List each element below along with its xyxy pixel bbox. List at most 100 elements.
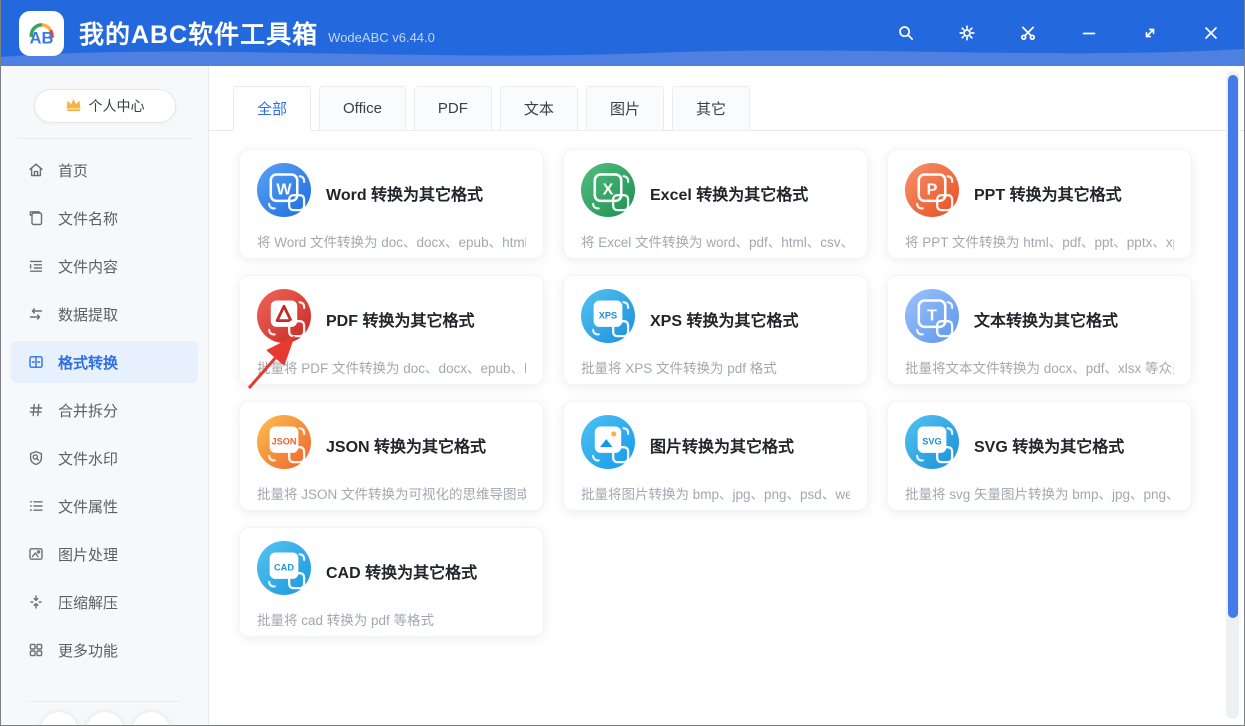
json-convert-icon: JSON — [257, 415, 311, 474]
svg-text:XPS: XPS — [599, 310, 617, 320]
card-title: XPS 转换为其它格式 — [650, 307, 798, 331]
scissors-icon[interactable] — [1018, 23, 1038, 43]
app-version: WodeABC v6.44.0 — [328, 30, 435, 45]
card-svg-convert[interactable]: SVGSVG 转换为其它格式批量将 svg 矢量图片转换为 bmp、jpg、pn… — [887, 401, 1192, 511]
tab-office[interactable]: Office — [319, 86, 406, 131]
card-xps-convert[interactable]: XPS XPS 转换为其它格式批量将 XPS 文件转换为 pdf 格式 — [563, 275, 868, 385]
sidebar-item-file-props[interactable]: 文件属性 — [11, 485, 198, 527]
svg-text:JSON: JSON — [271, 436, 296, 446]
profile-center-label: 个人中心 — [89, 96, 145, 116]
hidden-circle-button-1[interactable] — [40, 712, 78, 726]
card-title: PDF 转换为其它格式 — [326, 307, 474, 331]
svg-convert-icon: SVG — [905, 415, 959, 474]
sidebar-item-image-process[interactable]: 图片处理 — [11, 533, 198, 575]
vertical-scrollbar-thumb[interactable] — [1228, 75, 1238, 618]
card-json-convert[interactable]: JSON JSON 转换为其它格式批量将 JSON 文件转换为可视化的思维导图或 — [239, 401, 544, 511]
card-description: 批量将 cad 转换为 pdf 等格式 — [257, 609, 526, 629]
svg-text:X: X — [603, 181, 614, 199]
sidebar: 个人中心 首页文件名称文件内容数据提取格式转换合并拆分文件水印文件属性图片处理压… — [1, 66, 209, 726]
app-window: AB 我的ABC软件工具箱 WodeABC v6.44.0 个人中心 首页文件名… — [0, 0, 1245, 726]
vertical-scrollbar-track[interactable] — [1226, 71, 1239, 719]
card-title: Excel 转换为其它格式 — [650, 181, 808, 205]
close-icon[interactable] — [1201, 23, 1221, 43]
card-title: CAD 转换为其它格式 — [326, 559, 477, 583]
xps-convert-icon: XPS — [581, 289, 635, 348]
category-tabbar: 全部OfficePDF文本图片其它 — [209, 86, 1244, 131]
minimize-icon[interactable] — [1079, 23, 1099, 43]
card-word-convert[interactable]: WWord 转换为其它格式将 Word 文件转换为 doc、docx、epub、… — [239, 149, 544, 259]
profile-center-button[interactable]: 个人中心 — [34, 89, 176, 123]
card-ppt-convert[interactable]: PPPT 转换为其它格式将 PPT 文件转换为 html、pdf、ppt、ppt… — [887, 149, 1192, 259]
sidebar-item-label: 文件内容 — [58, 256, 118, 277]
tab-image[interactable]: 图片 — [586, 86, 664, 131]
resize-icon[interactable] — [1140, 23, 1160, 43]
tab-pdf[interactable]: PDF — [414, 86, 492, 131]
sidebar-item-label: 图片处理 — [58, 544, 118, 565]
compress-icon — [27, 593, 45, 611]
image-process-icon — [27, 545, 45, 563]
sidebar-item-more[interactable]: 更多功能 — [11, 629, 198, 671]
sidebar-item-label: 文件名称 — [58, 208, 118, 229]
format-convert-icon — [27, 353, 45, 371]
sidebar-item-file-name[interactable]: 文件名称 — [11, 197, 198, 239]
sidebar-item-data-extract[interactable]: 数据提取 — [11, 293, 198, 335]
card-pdf-convert[interactable]: PDF 转换为其它格式批量将 PDF 文件转换为 doc、docx、epub、h… — [239, 275, 544, 385]
card-description: 批量将 PDF 文件转换为 doc、docx、epub、ht — [257, 357, 526, 377]
card-description: 将 Excel 文件转换为 word、pdf、html、csv、t — [581, 231, 850, 251]
tab-all[interactable]: 全部 — [233, 86, 311, 131]
sidebar-item-label: 文件属性 — [58, 496, 118, 517]
card-title: 图片转换为其它格式 — [650, 433, 794, 457]
app-title: 我的ABC软件工具箱 — [79, 15, 318, 51]
svg-text:SVG: SVG — [922, 436, 941, 446]
card-cad-convert[interactable]: CAD CAD 转换为其它格式批量将 cad 转换为 pdf 等格式 — [239, 527, 544, 637]
card-description: 批量将 XPS 文件转换为 pdf 格式 — [581, 357, 850, 377]
sidebar-item-merge-split[interactable]: 合并拆分 — [11, 389, 198, 431]
sidebar-item-label: 数据提取 — [58, 304, 118, 325]
merge-split-icon — [27, 401, 45, 419]
sidebar-item-watermark[interactable]: 文件水印 — [11, 437, 198, 479]
sidebar-item-label: 文件水印 — [58, 448, 118, 469]
cad-convert-icon: CAD — [257, 541, 311, 600]
card-title: Word 转换为其它格式 — [326, 181, 483, 205]
card-text-convert[interactable]: T 文本转换为其它格式批量将文本文件转换为 docx、pdf、xlsx 等众多 — [887, 275, 1192, 385]
title-bar: AB 我的ABC软件工具箱 WodeABC v6.44.0 — [1, 0, 1244, 66]
main-content: 全部OfficePDF文本图片其它 WWord 转换为其它格式将 Word 文件… — [209, 66, 1244, 726]
card-title: JSON 转换为其它格式 — [326, 433, 486, 457]
svg-text:CAD: CAD — [274, 562, 294, 572]
crown-icon — [65, 97, 82, 115]
card-description: 将 PPT 文件转换为 html、pdf、ppt、pptx、xp — [905, 231, 1174, 251]
tab-other[interactable]: 其它 — [672, 86, 750, 131]
sidebar-item-compress[interactable]: 压缩解压 — [11, 581, 198, 623]
card-image-convert[interactable]: 图片转换为其它格式批量将图片转换为 bmp、jpg、png、psd、we — [563, 401, 868, 511]
sidebar-item-format-convert[interactable]: 格式转换 — [11, 341, 198, 383]
card-excel-convert[interactable]: X Excel 转换为其它格式将 Excel 文件转换为 word、pdf、htm… — [563, 149, 868, 259]
sidebar-item-label: 更多功能 — [58, 640, 118, 661]
sidebar-item-label: 压缩解压 — [58, 592, 118, 613]
card-description: 批量将图片转换为 bmp、jpg、png、psd、we — [581, 483, 850, 503]
image-convert-icon — [581, 415, 635, 474]
sidebar-item-label: 格式转换 — [58, 352, 118, 373]
tab-text[interactable]: 文本 — [500, 86, 578, 131]
logo-letters: AB — [30, 29, 54, 47]
sidebar-item-file-content[interactable]: 文件内容 — [11, 245, 198, 287]
pdf-convert-icon — [257, 289, 311, 348]
card-description: 批量将文本文件转换为 docx、pdf、xlsx 等众多 — [905, 357, 1174, 377]
card-description: 批量将 svg 矢量图片转换为 bmp、jpg、png、 — [905, 483, 1174, 503]
hidden-circle-button-3[interactable] — [132, 712, 170, 726]
sidebar-item-label: 首页 — [58, 160, 88, 181]
settings-gear-icon[interactable] — [957, 23, 977, 43]
file-content-icon — [27, 257, 45, 275]
sidebar-item-home[interactable]: 首页 — [11, 149, 198, 191]
sidebar-item-label: 合并拆分 — [58, 400, 118, 421]
search-icon[interactable] — [896, 23, 916, 43]
data-extract-icon — [27, 305, 45, 323]
word-convert-icon: W — [257, 163, 311, 222]
sidebar-divider — [17, 138, 192, 139]
sidebar-menu: 首页文件名称文件内容数据提取格式转换合并拆分文件水印文件属性图片处理压缩解压更多… — [1, 149, 208, 671]
card-title: PPT 转换为其它格式 — [974, 181, 1122, 205]
hidden-circle-button-2[interactable] — [86, 712, 124, 726]
card-title: 文本转换为其它格式 — [974, 307, 1118, 331]
sidebar-bottom-buttons — [1, 712, 208, 726]
card-description: 批量将 JSON 文件转换为可视化的思维导图或 — [257, 483, 526, 503]
svg-text:T: T — [927, 307, 937, 325]
